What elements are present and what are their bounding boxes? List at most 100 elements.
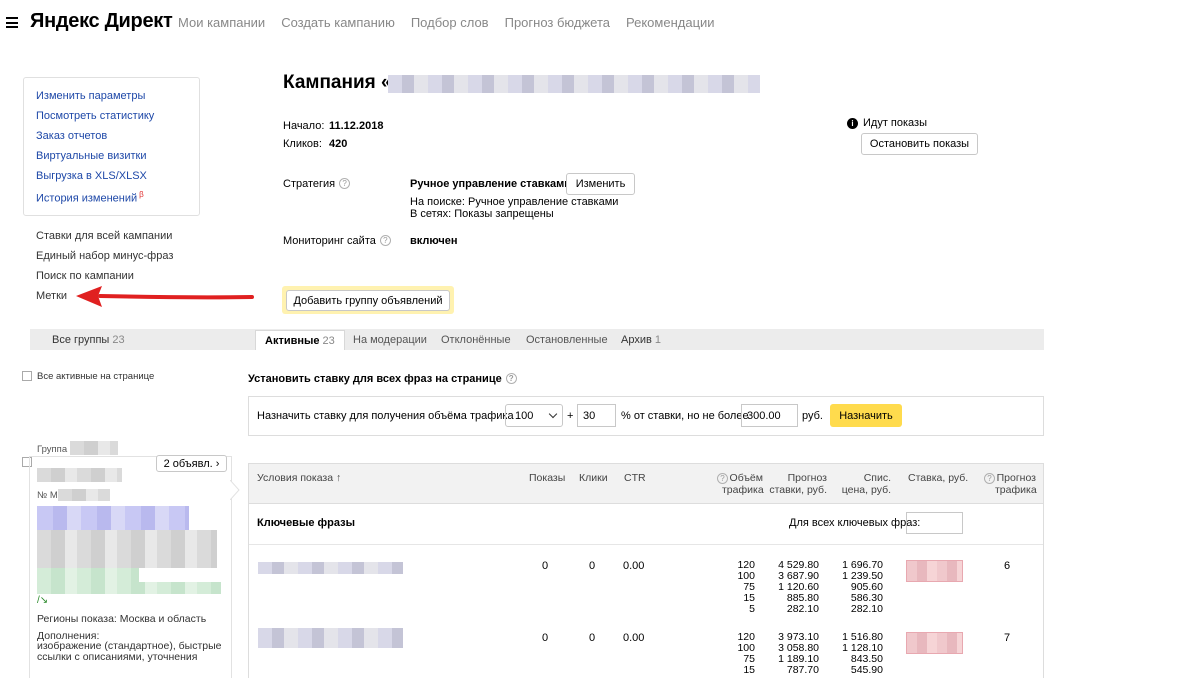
tab-rejected[interactable]: Отклонённые bbox=[441, 329, 511, 350]
assign-button[interactable]: Назначить bbox=[830, 404, 902, 427]
tab-archive-label[interactable]: Архив bbox=[621, 334, 652, 346]
keyword-redacted bbox=[258, 628, 403, 648]
ad-text-redacted bbox=[37, 530, 217, 568]
row1-bid-input-redacted[interactable] bbox=[906, 560, 963, 582]
all-active-checkbox[interactable] bbox=[22, 371, 32, 381]
sidebar-link-history[interactable]: История изменений β bbox=[36, 190, 144, 205]
edit-icon[interactable]: /↘ bbox=[37, 595, 48, 606]
help-icon[interactable]: ? bbox=[339, 178, 351, 189]
menu-icon[interactable] bbox=[6, 17, 18, 28]
help-icon[interactable]: ? bbox=[505, 373, 517, 384]
row2-bid-input-redacted[interactable] bbox=[906, 632, 963, 654]
nav-word-selection[interactable]: Подбор слов bbox=[411, 15, 489, 30]
traffic-select-value[interactable]: 100 bbox=[515, 410, 533, 422]
add-group-button[interactable]: Добавить группу объявлений bbox=[286, 290, 450, 311]
history-label[interactable]: История изменений bbox=[36, 193, 137, 205]
col-writeoff[interactable]: Спис. цена, руб. bbox=[832, 472, 891, 496]
ad-sitelinks-redacted bbox=[37, 582, 221, 594]
campaign-title: Кампания « bbox=[283, 72, 392, 93]
ads-count-button[interactable]: 2 объявл. › bbox=[156, 455, 227, 472]
sidebar-link-labels[interactable]: Метки bbox=[36, 290, 67, 302]
help-icon[interactable]: ? bbox=[379, 235, 391, 246]
logo[interactable]: Яндекс Директ bbox=[30, 10, 173, 33]
sidebar-link-export-xls[interactable]: Выгрузка в XLS/XLSX bbox=[36, 170, 147, 182]
stop-shows-button[interactable]: Остановить показы bbox=[861, 133, 978, 155]
tab-all-groups-count: 23 bbox=[112, 333, 125, 346]
nav-my-campaigns[interactable]: Мои кампании bbox=[178, 15, 265, 30]
beta-badge: β bbox=[139, 190, 144, 199]
red-arrow-annotation bbox=[76, 286, 254, 307]
strategy-value: Ручное управление ставками bbox=[410, 178, 572, 190]
col-traffic-forecast[interactable]: Прогноз трафика bbox=[995, 472, 1037, 496]
start-value: 11.12.2018 bbox=[329, 120, 384, 132]
ad-number-redacted bbox=[58, 489, 110, 501]
row2-clicks: 0 bbox=[589, 632, 596, 644]
regions-text: Регионы показа: Москва и область bbox=[37, 613, 207, 625]
ad-title-redacted bbox=[37, 468, 122, 482]
keywords-label: Ключевые фразы bbox=[257, 517, 355, 529]
all-keywords-input[interactable] bbox=[906, 512, 963, 534]
col-shows[interactable]: Показы bbox=[529, 472, 565, 484]
monitoring-label-text: Мониторинг сайта bbox=[283, 235, 376, 247]
info-icon: i bbox=[847, 117, 858, 129]
tab-active[interactable]: Активные 23 bbox=[255, 330, 345, 350]
bid-label: Назначить ставку для получения объёма тр… bbox=[257, 410, 514, 422]
sidebar-link-vcards[interactable]: Виртуальные визитки bbox=[36, 150, 147, 162]
tab-active-label[interactable]: Активные bbox=[265, 335, 320, 347]
start-label: Начало: bbox=[283, 120, 325, 132]
row1-traffic-forecast: 6 bbox=[1004, 560, 1011, 572]
sidebar-link-reports[interactable]: Заказ отчетов bbox=[36, 130, 107, 142]
col-clicks[interactable]: Клики bbox=[579, 472, 608, 484]
sidebar-link-statistics[interactable]: Посмотреть статистику bbox=[36, 110, 154, 122]
percent-label: % от ставки, но не более bbox=[621, 410, 749, 422]
percent-input[interactable]: 30 bbox=[577, 404, 616, 427]
col-ctr[interactable]: CTR bbox=[624, 472, 646, 484]
sidebar-link-campaign-search[interactable]: Поиск по кампании bbox=[36, 270, 134, 282]
tab-active-count: 23 bbox=[322, 334, 335, 347]
ad-headline-redacted bbox=[37, 506, 189, 530]
tab-stopped[interactable]: Остановленные bbox=[526, 329, 608, 350]
row2-traffic: 120 100 75 15 bbox=[737, 631, 755, 676]
strategy-networks: В сетях: Показы запрещены bbox=[410, 208, 554, 220]
col-conditions[interactable]: Условия показа ↑ bbox=[257, 472, 341, 484]
row1-shows: 0 bbox=[542, 560, 549, 572]
nav-budget-forecast[interactable]: Прогноз бюджета bbox=[505, 15, 610, 30]
sidebar-link-change-params[interactable]: Изменить параметры bbox=[36, 90, 145, 102]
plus-sign: + bbox=[567, 410, 574, 422]
all-active-label: Все активные на странице bbox=[37, 371, 155, 382]
tab-archive[interactable]: Архив 1 bbox=[621, 329, 661, 350]
status-indicator: i Идут показы bbox=[847, 117, 927, 129]
nav-create-campaign[interactable]: Создать кампанию bbox=[281, 15, 395, 30]
monitoring-value: включен bbox=[410, 235, 458, 247]
row1-ctr: 0.00 bbox=[623, 560, 645, 572]
row2-ctr: 0.00 bbox=[623, 632, 645, 644]
traffic-forecast-help-icon[interactable]: ? bbox=[984, 473, 995, 485]
sidebar-link-campaign-bids[interactable]: Ставки для всей кампании bbox=[36, 230, 172, 242]
clicks-label: Кликов: bbox=[283, 138, 322, 150]
sidebar-link-minus-phrases[interactable]: Единый набор минус-фраз bbox=[36, 250, 173, 262]
table-header-bg bbox=[249, 464, 1043, 504]
status-text: Идут показы bbox=[863, 117, 927, 129]
max-bid-input[interactable]: 300.00 bbox=[741, 404, 798, 427]
row1-writeoff: 1 696.70 1 239.50 905.60 586.30 282.10 bbox=[842, 559, 883, 615]
tab-all-groups-label[interactable]: Все группы bbox=[52, 334, 109, 346]
row2-writeoff: 1 516.80 1 128.10 843.50 545.90 bbox=[842, 631, 883, 676]
col-traffic[interactable]: Объём трафика bbox=[722, 472, 764, 496]
row2-shows: 0 bbox=[542, 632, 549, 644]
strategy-search: На поиске: Ручное управление ставками bbox=[410, 196, 619, 208]
currency-label: руб. bbox=[802, 410, 823, 422]
tab-all-groups[interactable]: Все группы 23 bbox=[52, 329, 125, 350]
row2-traffic-forecast: 7 bbox=[1004, 632, 1011, 644]
tab-moderation[interactable]: На модерации bbox=[353, 329, 427, 350]
all-keywords-label: Для всех ключевых фраз: bbox=[789, 517, 921, 529]
col-bid[interactable]: Ставка, руб. bbox=[908, 472, 968, 484]
nav-recommendations[interactable]: Рекомендации bbox=[626, 15, 715, 30]
change-strategy-button[interactable]: Изменить bbox=[566, 173, 635, 195]
additions-text: изображение (стандартное), быстрые ссылк… bbox=[37, 640, 222, 663]
monitoring-label: Мониторинг сайта? bbox=[283, 235, 391, 247]
traffic-select[interactable]: 100 bbox=[505, 404, 563, 427]
top-nav: Мои кампании Создать кампанию Подбор слов П… bbox=[178, 15, 731, 30]
chevron-down-icon[interactable] bbox=[548, 409, 558, 419]
table-divider bbox=[249, 544, 1043, 545]
col-forecast[interactable]: Прогноз ставки, руб. bbox=[765, 472, 827, 496]
